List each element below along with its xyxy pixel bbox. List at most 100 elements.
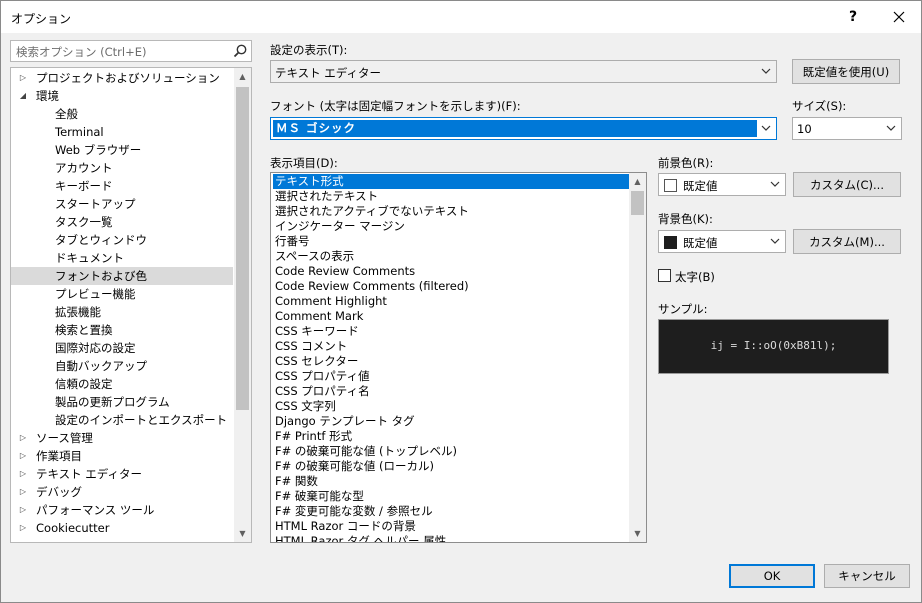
tree-item[interactable]: ▷ ソース管理 [11,429,233,447]
tree-item[interactable]: 信頼の設定 [11,375,233,393]
tree-item[interactable]: フォントおよび色 [11,267,233,285]
tree-item[interactable]: プレビュー機能 [11,285,233,303]
display-item[interactable]: CSS コメント [273,339,629,354]
display-item[interactable]: Comment Highlight [273,294,629,309]
expand-arrow-icon[interactable]: ▷ [18,483,28,501]
cancel-button[interactable]: キャンセル [824,564,910,588]
display-item[interactable]: CSS キーワード [273,324,629,339]
tree-item-label: スタートアップ [55,197,136,211]
expand-arrow-icon[interactable]: ▷ [18,501,28,519]
tree-item-label: Cookiecutter [36,521,110,535]
tree-item[interactable]: ▷ Cookiecutter [11,519,233,537]
tree-item[interactable]: ▷ デバッグ [11,483,233,501]
tree-item[interactable]: ▷ テキスト エディター [11,465,233,483]
tree-item[interactable]: ▷ 作業項目 [11,447,233,465]
size-dropdown[interactable]: 10 [792,117,902,140]
tree-item-label: フォントおよび色 [55,269,147,283]
tree-item-label: 設定のインポートとエクスポート [55,413,228,427]
background-color-dropdown[interactable]: 既定値 [658,230,786,253]
background-custom-button[interactable]: カスタム(M)... [793,229,901,254]
font-value: ＭＳ ゴシック [273,120,757,137]
expand-arrow-icon[interactable]: ▷ [18,429,28,447]
expand-arrow-icon[interactable]: ▷ [18,69,28,87]
tree-item-label: 検索と置換 [55,323,113,337]
font-dropdown[interactable]: ＭＳ ゴシック [270,117,777,140]
scroll-up-icon[interactable]: ▲ [234,68,251,85]
display-item[interactable]: CSS 文字列 [273,399,629,414]
tree-item[interactable]: Web ブラウザー [11,141,233,159]
display-item[interactable]: インジケーター マージン [273,219,629,234]
ok-button[interactable]: OK [729,564,815,588]
tree-item[interactable]: 設定のインポートとエクスポート [11,411,233,429]
collapse-arrow-icon[interactable]: ◢ [18,87,28,105]
options-dialog: オプション ? 検索オプション (Ctrl+E) ▷ プロジェクトおよびソリューシ… [0,0,922,603]
tree-item[interactable]: Terminal [11,123,233,141]
display-item[interactable]: CSS セレクター [273,354,629,369]
display-item[interactable]: スペースの表示 [273,249,629,264]
help-button[interactable]: ? [831,1,875,33]
search-options-input[interactable]: 検索オプション (Ctrl+E) [10,40,252,62]
bold-checkbox[interactable] [658,269,671,282]
tree-item[interactable]: 検索と置換 [11,321,233,339]
display-item[interactable]: 選択されたテキスト [273,189,629,204]
tree-item[interactable]: ドキュメント [11,249,233,267]
display-item[interactable]: F# の破棄可能な値 (ローカル) [273,459,629,474]
sample-text: ij = I::oO(0xB81l); [710,339,837,352]
display-item[interactable]: HTML Razor コードの背景 [273,519,629,534]
list-scroll-thumb[interactable] [631,191,644,215]
tree-item[interactable]: 自動バックアップ [11,357,233,375]
tree-item[interactable]: ▷ プロジェクトおよびソリューション [11,69,233,87]
tree-scroll-thumb[interactable] [236,87,249,410]
tree-item[interactable]: アカウント [11,159,233,177]
display-item[interactable]: 選択されたアクティブでないテキスト [273,204,629,219]
tree-item-label: 環境 [36,89,59,103]
display-item[interactable]: HTML Razor タグ ヘルパー 属性 [273,534,629,542]
display-item[interactable]: Code Review Comments (filtered) [273,279,629,294]
bold-label[interactable]: 太字(B) [675,269,715,285]
close-button[interactable] [877,1,921,33]
list-scrollbar[interactable]: ▲ ▼ [629,173,646,542]
tree-item[interactable]: スタートアップ [11,195,233,213]
tree-item-label: デバッグ [36,485,82,499]
scroll-down-icon[interactable]: ▼ [234,525,251,542]
tree-item[interactable]: 全般 [11,105,233,123]
close-icon [893,11,905,23]
foreground-color-dropdown[interactable]: 既定値 [658,173,786,196]
display-item[interactable]: CSS プロパティ値 [273,369,629,384]
display-item[interactable]: F# 破棄可能な型 [273,489,629,504]
tree-item[interactable]: ▷ パフォーマンス ツール [11,501,233,519]
display-item[interactable]: F# の破棄可能な値 (トップレベル) [273,444,629,459]
tree-item-label: 信頼の設定 [55,377,113,391]
display-item[interactable]: Comment Mark [273,309,629,324]
foreground-custom-button[interactable]: カスタム(C)... [793,172,901,197]
display-item[interactable]: F# Printf 形式 [273,429,629,444]
font-label: フォント (太字は固定幅フォントを示します)(F): [270,99,521,113]
show-settings-dropdown[interactable]: テキスト エディター [270,60,777,83]
expand-arrow-icon[interactable]: ▷ [18,519,28,537]
expand-arrow-icon[interactable]: ▷ [18,447,28,465]
display-item[interactable]: Code Review Comments [273,264,629,279]
tree-scrollbar[interactable]: ▲ ▼ [234,68,251,542]
display-item[interactable]: F# 関数 [273,474,629,489]
tree-item[interactable]: タブとウィンドウ [11,231,233,249]
tree-item[interactable]: 国際対応の設定 [11,339,233,357]
expand-arrow-icon[interactable]: ▷ [18,465,28,483]
scroll-down-icon[interactable]: ▼ [629,525,646,542]
tree-item[interactable]: タスク一覧 [11,213,233,231]
display-item[interactable]: 行番号 [273,234,629,249]
display-item[interactable]: CSS プロパティ名 [273,384,629,399]
tree-item[interactable]: 製品の更新プログラム [11,393,233,411]
display-item[interactable]: Django テンプレート タグ [273,414,629,429]
background-color-swatch [664,236,677,249]
tree-item[interactable]: 拡張機能 [11,303,233,321]
tree-item-label: テキスト エディター [36,467,143,481]
tree-item[interactable]: ◢ 環境 [11,87,233,105]
display-item[interactable]: テキスト形式 [273,174,629,189]
use-defaults-button[interactable]: 既定値を使用(U) [792,59,900,84]
show-settings-value: テキスト エディター [275,66,382,80]
window-title: オプション [11,12,72,26]
scroll-up-icon[interactable]: ▲ [629,173,646,190]
tree-item[interactable]: キーボード [11,177,233,195]
display-item[interactable]: F# 変更可能な変数 / 参照セル [273,504,629,519]
foreground-value: 既定値 [683,179,718,193]
